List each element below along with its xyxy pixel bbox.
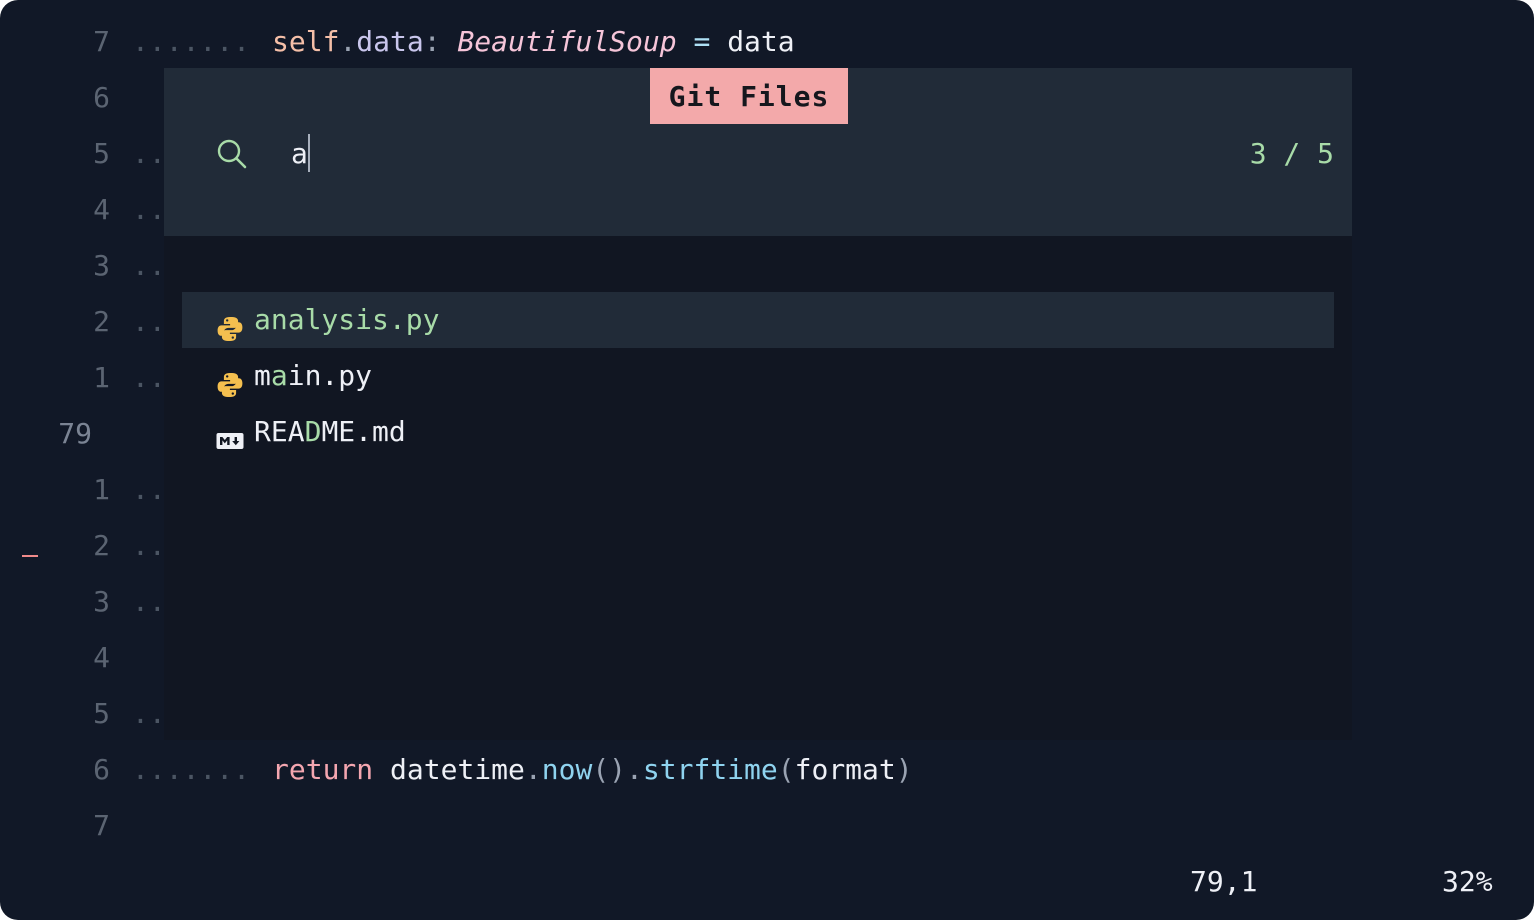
code-token: () — [592, 753, 627, 786]
python-file-icon — [216, 362, 244, 397]
indent-guide: .. — [132, 305, 166, 338]
line-number: 79 — [58, 417, 92, 450]
indent-guide: .. — [132, 193, 166, 226]
results-list: analysis.py main.py README.md — [182, 292, 1334, 460]
match-counter: 3 / 5 — [1249, 137, 1334, 170]
code-line: 7....... self.data: BeautifulSoup = data — [0, 14, 1534, 70]
picker-title: Git Files — [650, 68, 848, 124]
editor-window: 7....... self.data: BeautifulSoup = data 6… — [0, 0, 1534, 920]
code-token: . — [339, 25, 357, 58]
line-number: 6 — [93, 753, 110, 786]
file-picker: a 3 / 5 Git Files analysis.py main.py READ… — [164, 68, 1352, 740]
indent-guide: ....... — [132, 753, 251, 786]
line-number: 6 — [93, 81, 110, 114]
indent-guide: .. — [132, 137, 166, 170]
python-file-icon — [216, 306, 244, 341]
code-token: data — [356, 25, 424, 58]
line-number: 2 — [93, 305, 110, 338]
code-token: now — [541, 753, 593, 786]
code-token: data — [727, 25, 795, 58]
code-token: return — [272, 753, 374, 786]
code-token: : — [423, 25, 458, 58]
line-number: 5 — [93, 697, 110, 730]
code-token: format — [794, 753, 896, 786]
result-item[interactable]: analysis.py — [182, 292, 1334, 348]
code-line: 7 — [0, 798, 1534, 854]
result-filename: README.md — [254, 415, 406, 448]
code-token: strftime — [642, 753, 778, 786]
result-filename: analysis.py — [254, 303, 440, 336]
code-token: . — [626, 753, 643, 786]
line-number: 1 — [93, 473, 110, 506]
line-number: 5 — [93, 137, 110, 170]
indent-guide: .. — [132, 473, 166, 506]
result-item[interactable]: main.py — [182, 348, 1334, 404]
code-token: . — [524, 753, 542, 786]
line-number: 4 — [93, 193, 110, 226]
search-query: a — [291, 137, 308, 170]
line-number: 3 — [93, 249, 110, 282]
result-filename: main.py — [254, 359, 373, 392]
code-token: ( — [777, 753, 795, 786]
markdown-file-icon — [216, 418, 244, 449]
indent-guide: .. — [132, 697, 166, 730]
text-cursor — [308, 134, 310, 172]
indent-guide: .. — [132, 249, 166, 282]
line-number: 4 — [93, 641, 110, 674]
code-token: datetime — [373, 753, 525, 786]
indent-guide: .. — [132, 585, 166, 618]
line-number: 7 — [93, 25, 110, 58]
code-text: self.data: BeautifulSoup = data — [272, 14, 795, 70]
line-number: 3 — [93, 585, 110, 618]
code-token: ) — [895, 753, 913, 786]
diagnostic-marker — [22, 555, 38, 557]
code-token: BeautifulSoup — [457, 25, 677, 58]
code-line: 6....... return datetime.now().strftime(f… — [0, 742, 1534, 798]
code-text: return datetime.now().strftime(format) — [272, 742, 913, 798]
cursor-position: 79,1 — [1190, 865, 1258, 898]
indent-guide: .. — [132, 529, 166, 562]
result-item[interactable]: README.md — [182, 404, 1334, 460]
indent-guide: .. — [132, 361, 166, 394]
indent-guide: ....... — [132, 25, 251, 58]
search-input[interactable] — [286, 126, 1186, 182]
search-icon — [217, 139, 247, 169]
code-token: = — [676, 25, 728, 58]
scroll-percent: 32% — [1442, 865, 1493, 898]
line-number: 7 — [93, 809, 110, 842]
line-number: 2 — [93, 529, 110, 562]
code-token: self — [272, 25, 340, 58]
line-number: 1 — [93, 361, 110, 394]
